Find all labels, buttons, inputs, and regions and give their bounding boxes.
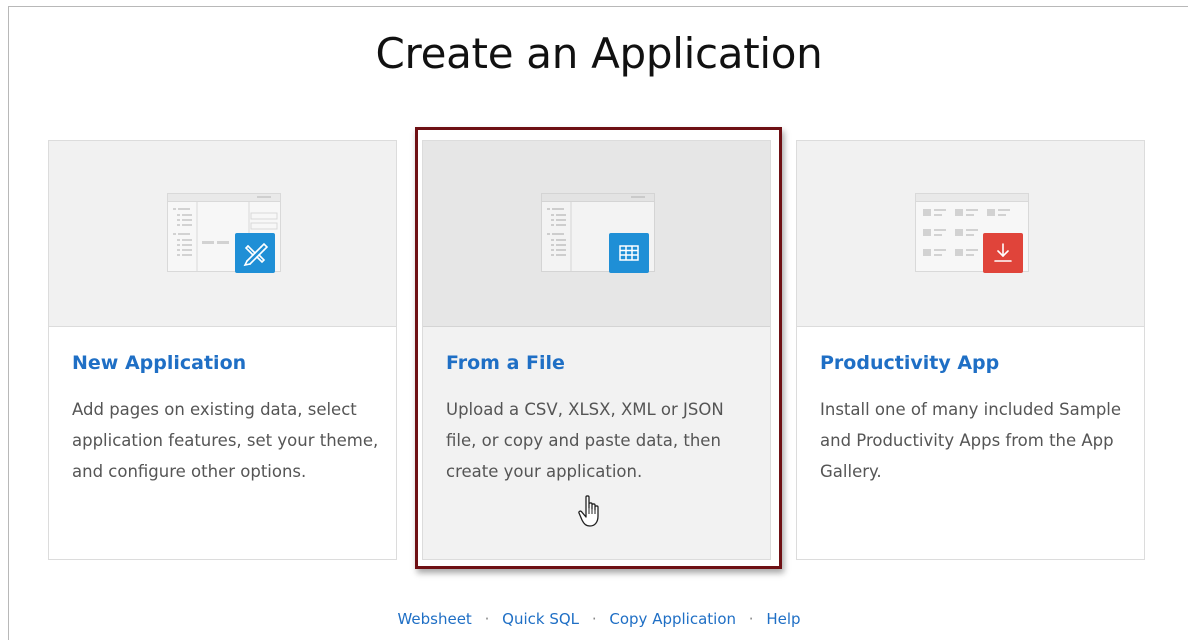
footer-separator: · [748,610,754,628]
footer-links: Websheet · Quick SQL · Copy Application … [9,610,1188,628]
websheet-link[interactable]: Websheet [397,610,471,628]
card-heading: New Application [72,352,247,374]
page-title: Create an Application [375,29,823,78]
table-grid-icon [609,233,649,273]
card-illustration-area [423,141,770,327]
download-icon [983,233,1023,273]
card-description: Add pages on existing data, select appli… [72,400,379,481]
card-description: Install one of many included Sample and … [820,400,1122,481]
help-link[interactable]: Help [766,610,800,628]
create-application-page: Create an Application New Application Ad… [8,6,1188,640]
card-illustration-area [797,141,1144,327]
footer-separator: · [591,610,597,628]
card-productivity-app[interactable]: Productivity App Install one of many inc… [796,140,1145,560]
footer-separator: · [484,610,490,628]
card-illustration-area [49,141,396,327]
card-new-application[interactable]: New Application Add pages on existing da… [48,140,397,560]
hand-pointer-cursor-icon [578,495,599,527]
copy-application-link[interactable]: Copy Application [609,610,736,628]
card-description: Upload a CSV, XLSX, XML or JSON file, or… [446,400,724,481]
pencil-ruler-icon [235,233,275,273]
quick-sql-link[interactable]: Quick SQL [502,610,579,628]
card-heading: From a File [446,352,565,374]
card-heading: Productivity App [820,352,1000,374]
